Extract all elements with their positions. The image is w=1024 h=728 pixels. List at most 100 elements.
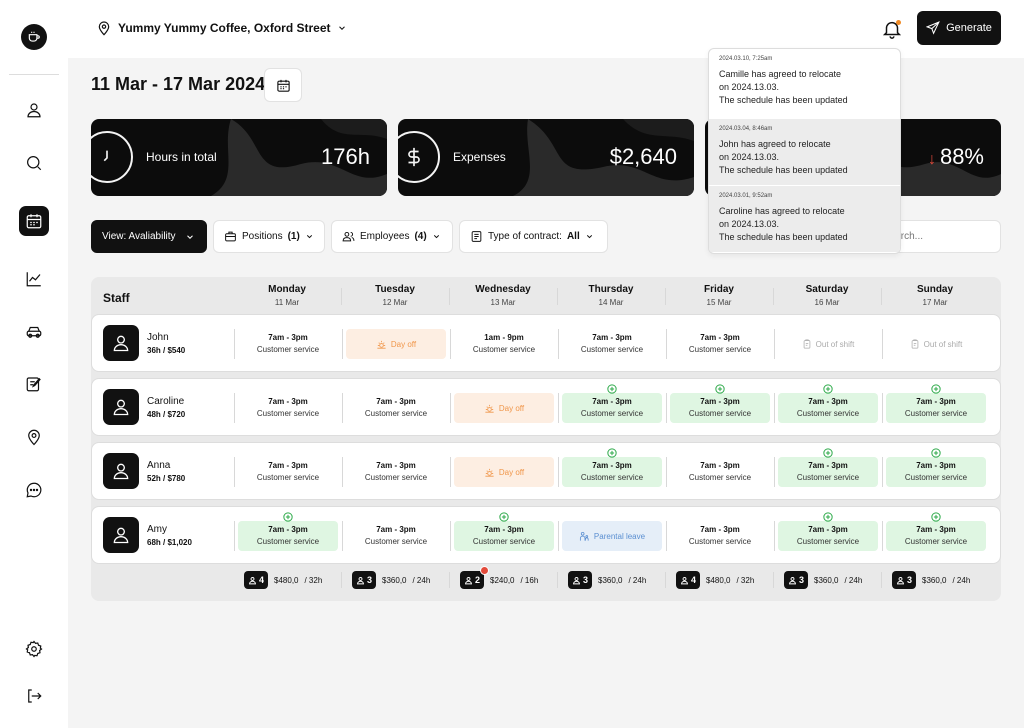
shift-time: 7am - 3pm (484, 525, 524, 534)
chart-icon[interactable] (20, 265, 48, 293)
employee-name[interactable]: Amy (147, 524, 167, 535)
shift-cell[interactable]: 7am - 3pm Customer service (886, 512, 986, 551)
shift-cell[interactable]: 7am - 3pm Customer service (562, 384, 662, 423)
shift-cell[interactable]: 7am - 3pm Customer service (886, 448, 986, 487)
chevron-down-icon (337, 23, 347, 33)
staff-count-badge[interactable]: 3 (352, 571, 377, 589)
calendar-icon[interactable] (19, 206, 49, 236)
add-circle-icon[interactable] (823, 512, 833, 522)
notification-line: The schedule has been updated (719, 232, 848, 243)
employees-filter[interactable]: Employees (4) (331, 220, 453, 253)
shift-cell[interactable]: 7am - 3pm Customer service (670, 384, 770, 423)
add-circle-icon[interactable] (607, 448, 617, 458)
contract-type-filter[interactable]: Type of contract: All (459, 220, 608, 253)
staff-count-badge[interactable]: 3 (784, 571, 809, 589)
shift-cell[interactable]: 1am - 9pm Customer service (454, 329, 554, 359)
parental-leave-cell[interactable]: Parental leave (562, 521, 662, 551)
shift-cell[interactable]: 7am - 3pm Customer service (886, 384, 986, 423)
chevron-down-icon (186, 234, 193, 239)
notification-item[interactable]: 2024.03.04, 8:46am John has agreed to rel… (709, 119, 900, 185)
shift-cell[interactable]: 7am - 3pm Customer service (238, 329, 338, 359)
add-circle-icon[interactable] (823, 384, 833, 394)
shift-role: Customer service (580, 473, 644, 482)
date-picker-button[interactable] (264, 68, 302, 102)
shift-role: Customer service (256, 473, 320, 482)
employee-name[interactable]: John (147, 332, 169, 343)
staff-count-badge[interactable]: 2 (460, 566, 490, 589)
notification-date: 2024.03.10, 7:25am (719, 56, 773, 62)
add-circle-icon[interactable] (499, 512, 509, 522)
notification-item[interactable]: 2024.03.10, 7:25am Camille has agreed to … (709, 49, 900, 115)
shift-cell[interactable]: 7am - 3pm Customer service (670, 457, 770, 487)
shift-cell[interactable]: 7am - 3pm Customer service (346, 457, 446, 487)
out-of-shift-cell[interactable]: Out of shift (886, 329, 986, 359)
add-circle-icon[interactable] (283, 512, 293, 522)
avatar[interactable] (103, 389, 139, 425)
shift-cell[interactable]: 7am - 3pm Customer service (778, 448, 878, 487)
positions-filter[interactable]: Positions (1) (213, 220, 325, 253)
shift-cell[interactable]: 7am - 3pm Customer service (562, 329, 662, 359)
column-divider (665, 288, 666, 305)
shift-cell[interactable]: 7am - 3pm Customer service (454, 512, 554, 551)
view-filter[interactable]: View: Avaliability (91, 220, 207, 253)
staff-count-badge[interactable]: 4 (676, 571, 701, 589)
user-icon[interactable] (20, 96, 48, 124)
arrow-down-icon: ↓ (927, 151, 936, 168)
generate-button[interactable]: Generate (917, 11, 1001, 45)
shift-cell[interactable]: 7am - 3pm Customer service (346, 521, 446, 551)
column-divider (342, 521, 343, 551)
staff-count-badge[interactable]: 4 (244, 571, 269, 589)
day-header: Tuesday 12 Mar (342, 284, 448, 307)
out-of-shift-cell[interactable]: Out of shift (778, 329, 878, 359)
column-divider (773, 572, 774, 588)
sidebar-divider (9, 74, 59, 75)
day-off-cell[interactable]: Day off (454, 393, 554, 423)
shift-cell[interactable]: 7am - 3pm Customer service (562, 448, 662, 487)
shift-time: 7am - 3pm (808, 397, 848, 406)
positions-count: (1) (287, 231, 300, 242)
car-icon[interactable] (20, 318, 48, 346)
employee-name[interactable]: Caroline (147, 396, 184, 407)
shift-cell[interactable]: 7am - 3pm Customer service (778, 512, 878, 551)
shift-cell[interactable]: 7am - 3pm Customer service (238, 393, 338, 423)
shift-time: 7am - 3pm (592, 397, 632, 406)
staff-count-badge[interactable]: 3 (568, 571, 593, 589)
map-pin-icon[interactable] (20, 423, 48, 451)
employee-row: Amy 68h / $1,020 7am - 3pm Customer service… (91, 506, 1001, 564)
employee-name[interactable]: Anna (147, 460, 170, 471)
add-circle-icon[interactable] (823, 448, 833, 458)
coffee-logo-icon[interactable] (21, 24, 47, 50)
notification-item[interactable]: 2024.03.01, 9:52am Caroline has agreed to… (709, 186, 900, 252)
avatar[interactable] (103, 453, 139, 489)
shift-time: 1am - 9pm (484, 333, 524, 342)
search-icon[interactable] (20, 149, 48, 177)
shift-cell[interactable]: 7am - 3pm Customer service (238, 457, 338, 487)
location-selector[interactable]: Yummy Yummy Coffee, Oxford Street (96, 20, 347, 36)
day-off-cell[interactable]: Day off (454, 457, 554, 487)
shift-cell[interactable]: 7am - 3pm Customer service (346, 393, 446, 423)
day-off-cell[interactable]: Day off (346, 329, 446, 359)
shift-role: Customer service (796, 409, 860, 418)
edit-icon[interactable] (20, 370, 48, 398)
notifications-bell-icon[interactable] (881, 18, 903, 40)
shift-time: 7am - 3pm (268, 333, 308, 342)
avatar[interactable] (103, 517, 139, 553)
add-circle-icon[interactable] (931, 512, 941, 522)
shift-role: Customer service (364, 409, 428, 418)
shift-cell[interactable]: 7am - 3pm Customer service (238, 512, 338, 551)
add-circle-icon[interactable] (931, 384, 941, 394)
staff-count-badge[interactable]: 3 (892, 571, 917, 589)
chat-icon[interactable] (20, 476, 48, 504)
day-name: Saturday (805, 284, 849, 295)
add-circle-icon[interactable] (931, 448, 941, 458)
add-circle-icon[interactable] (607, 384, 617, 394)
shift-cell[interactable]: 7am - 3pm Customer service (778, 384, 878, 423)
logout-icon[interactable] (20, 682, 48, 710)
settings-icon[interactable] (20, 635, 48, 663)
shift-cell[interactable]: 7am - 3pm Customer service (670, 329, 770, 359)
shift-cell[interactable]: 7am - 3pm Customer service (670, 521, 770, 551)
user-icon (111, 525, 131, 545)
clipboard-icon (802, 339, 812, 349)
add-circle-icon[interactable] (715, 384, 725, 394)
avatar[interactable] (103, 325, 139, 361)
